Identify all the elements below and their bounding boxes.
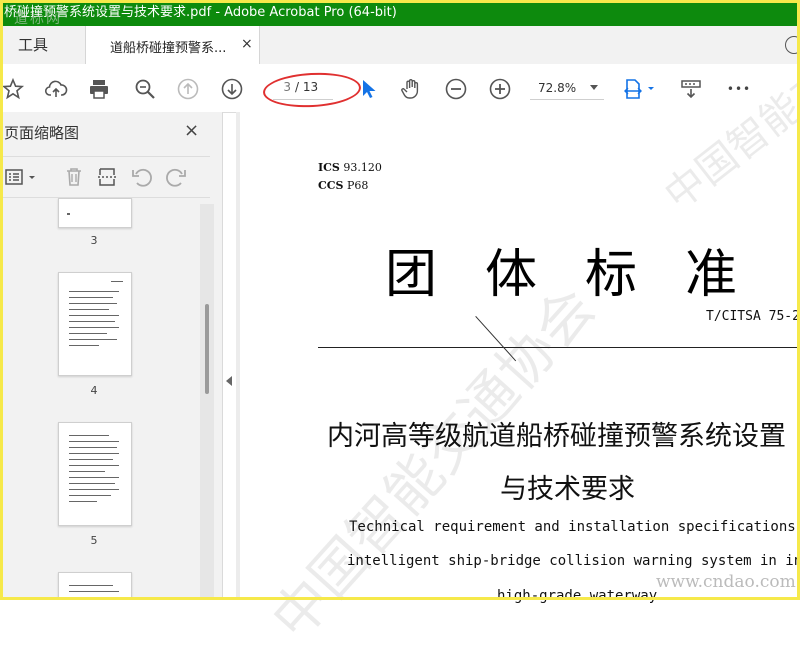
zoom-in-icon[interactable] [487, 76, 513, 102]
scrollbar-thumb[interactable] [205, 304, 209, 394]
help-icon[interactable] [785, 36, 800, 54]
zoom-search-icon[interactable] [132, 76, 158, 102]
zoom-out-icon[interactable] [443, 76, 469, 102]
title-chinese-line2: 与技术要求 [500, 474, 635, 505]
thumbnail-panel: 页面缩略图 × 3 4 5 [0, 112, 223, 600]
standard-number: T/CITSA 75-2 [706, 309, 800, 324]
panel-title: 页面缩略图 [4, 124, 80, 142]
ics-label: ICS [318, 161, 340, 174]
scroll-mode-icon[interactable] [678, 76, 704, 102]
thumbnail-page-3[interactable] [58, 198, 132, 228]
tab-tools[interactable]: 工具 [0, 26, 85, 64]
watermark-url: www.cndao.com [656, 572, 796, 592]
ccs-label: CCS [318, 179, 344, 192]
fit-width-icon[interactable] [623, 76, 657, 102]
collapse-panel-icon[interactable] [226, 376, 232, 386]
ccs-value: P68 [346, 179, 369, 192]
title-chinese-line1: 内河高等级航道船桥碰撞预警系统设置 [327, 421, 786, 452]
page-down-icon[interactable] [219, 76, 245, 102]
tab-close-icon[interactable]: × [241, 36, 253, 52]
ccs-code: CCS P68 [318, 179, 368, 192]
zoom-value: 72.8% [538, 81, 577, 95]
tab-bar: 工具 道船桥碰撞预警系... × [0, 26, 800, 65]
zoom-dropdown[interactable]: 72.8% [530, 77, 604, 100]
thumbnail-options-icon[interactable] [4, 165, 38, 189]
title-bar: 桥碰撞预警系统设置与技术要求.pdf - Adobe Acrobat Pro (… [0, 0, 800, 26]
thumbnail-page-5[interactable] [58, 422, 132, 526]
trash-icon[interactable] [62, 165, 86, 189]
thumbnail-page-4[interactable] [58, 272, 132, 376]
thumbnail-label: 5 [90, 534, 98, 547]
panel-toolbar [0, 156, 210, 198]
window-title: 桥碰撞预警系统设置与技术要求.pdf - Adobe Acrobat Pro (… [4, 5, 397, 20]
title-english-line1: Technical requirement and installation s… [349, 519, 800, 535]
thumbnail-scrollbar[interactable] [200, 204, 214, 600]
thumbnail-label: 4 [90, 384, 98, 397]
thumbnail-list: 3 4 5 [0, 198, 200, 600]
title-english-line3: high-grade waterway [497, 588, 658, 604]
title-english-line2: intelligent ship-bridge collision warnin… [347, 553, 800, 569]
tab-document-label: 道船桥碰撞预警系... [110, 41, 227, 56]
panel-close-icon[interactable]: × [184, 120, 199, 141]
chevron-down-icon [590, 85, 598, 90]
rotate-right-icon[interactable] [164, 165, 188, 189]
document-heading: 团体标准 [385, 245, 786, 305]
hand-icon[interactable] [398, 76, 424, 102]
ics-value: 93.120 [343, 161, 382, 174]
rotate-left-icon[interactable] [130, 165, 154, 189]
page-up-icon[interactable] [175, 76, 201, 102]
thumbnail-label: 3 [90, 234, 98, 247]
star-icon[interactable] [0, 76, 26, 102]
page-extract-icon[interactable] [96, 165, 120, 189]
document-gutter [236, 112, 240, 600]
watermark-logo: 道标网 [14, 11, 62, 26]
ics-code: ICS 93.120 [318, 161, 382, 174]
divider [318, 347, 800, 348]
toolbar: ••• [0, 64, 800, 113]
print-icon[interactable] [86, 76, 112, 102]
cloud-upload-icon[interactable] [43, 76, 69, 102]
thumbnail-page-6[interactable] [58, 572, 132, 600]
tab-document[interactable]: 道船桥碰撞预警系... × [85, 26, 260, 65]
